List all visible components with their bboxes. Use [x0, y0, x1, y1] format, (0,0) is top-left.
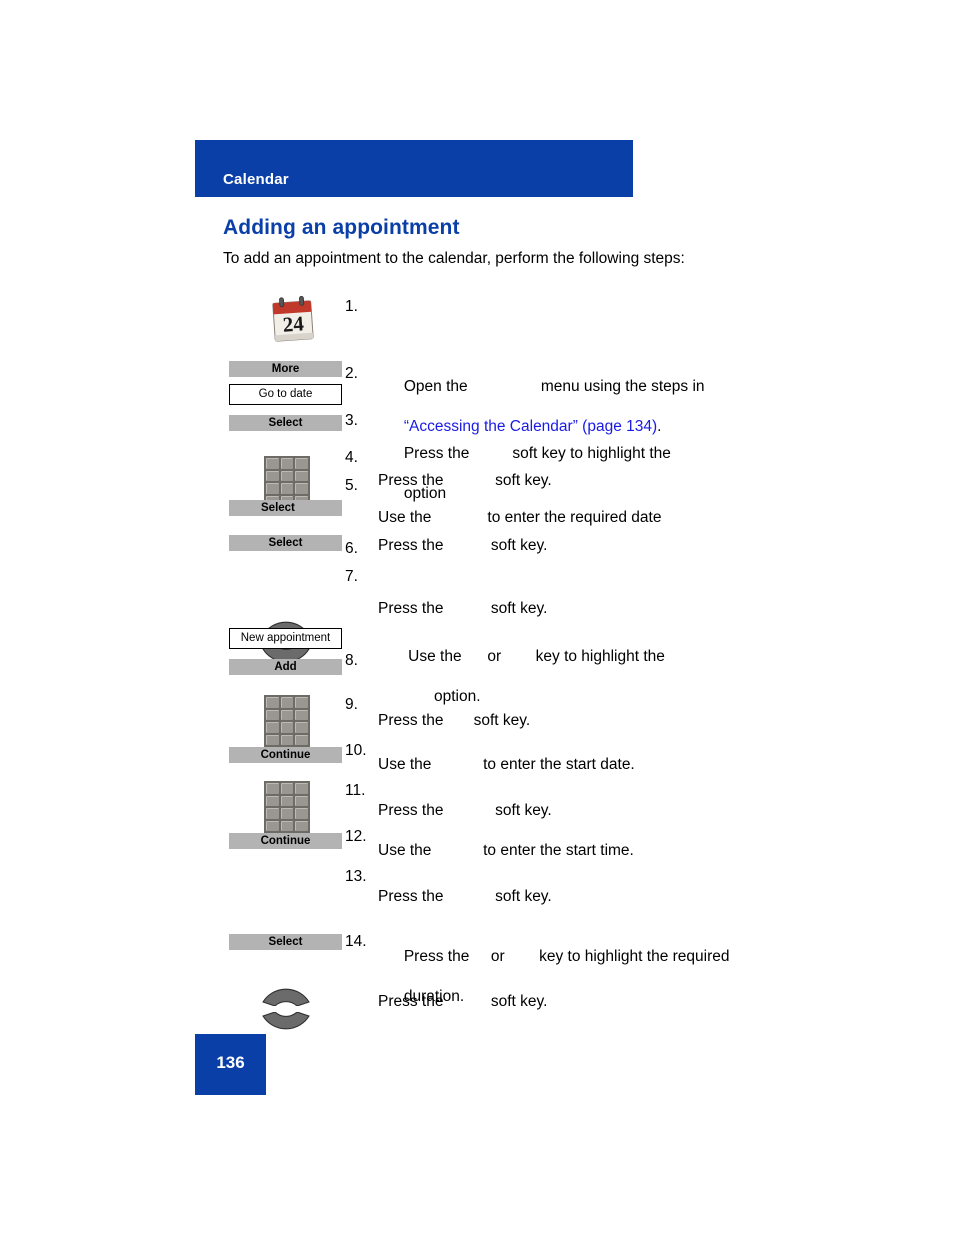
step-number: 11. — [345, 782, 366, 799]
step-number: 10. — [345, 742, 367, 759]
menu-option-go-to-date[interactable]: Go to date — [229, 384, 342, 405]
step-number: 13. — [345, 868, 367, 885]
step-number: 4. — [345, 449, 358, 466]
calendar-icon: 24 — [265, 295, 321, 346]
step-number: 5. — [345, 477, 358, 494]
softkey-continue-2[interactable]: Continue — [229, 833, 342, 849]
softkey-select-1[interactable]: Select — [229, 415, 342, 431]
softkey-select-4[interactable]: Select — [229, 934, 342, 950]
softkey-more[interactable]: More — [229, 361, 342, 377]
step-item: 14. Press the soft key. — [345, 932, 547, 1052]
nav-key-up-icon — [262, 988, 310, 1006]
step-number: 8. — [345, 652, 358, 669]
page-number: 136 — [216, 1053, 245, 1072]
step-number: 14. — [345, 933, 367, 950]
softkey-select-2[interactable]: Select — [229, 500, 342, 516]
step-number: 1. — [345, 298, 358, 315]
step-number: 12. — [345, 828, 367, 845]
step-number: 2. — [345, 365, 358, 382]
step-number: 9. — [345, 696, 358, 713]
softkey-add[interactable]: Add — [229, 659, 342, 675]
keypad-icon-3 — [264, 781, 310, 833]
menu-option-new-appointment[interactable]: New appointment — [229, 628, 342, 649]
step-number: 6. — [345, 540, 358, 557]
page-number-box: 136 — [195, 1034, 266, 1095]
navigation-keys-2[interactable] — [257, 976, 315, 1042]
step-text: Press the soft key. — [378, 993, 548, 1010]
procedure-steps: 24 More Go to date Select Select Select … — [0, 0, 954, 1235]
step-number: 3. — [345, 412, 358, 429]
calendar-icon-day: 24 — [282, 311, 305, 336]
softkey-continue-1[interactable]: Continue — [229, 747, 342, 763]
softkey-select-3[interactable]: Select — [229, 535, 342, 551]
keypad-icon-2 — [264, 695, 310, 747]
step-number: 7. — [345, 568, 358, 585]
